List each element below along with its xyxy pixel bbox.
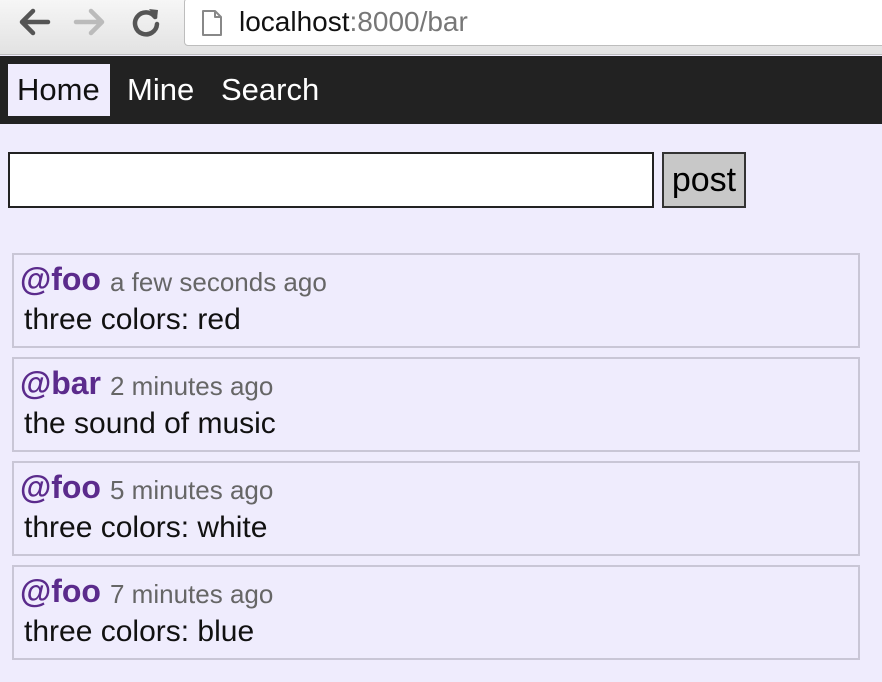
- post-button[interactable]: post: [662, 152, 746, 208]
- back-arrow-icon[interactable]: [16, 4, 52, 40]
- post-item: @bar 2 minutes ago the sound of music: [12, 357, 860, 452]
- address-bar[interactable]: localhost:8000/bar: [184, 0, 882, 46]
- nav-search[interactable]: Search: [212, 64, 328, 116]
- post-author-link[interactable]: @foo: [20, 469, 101, 505]
- post-timestamp: a few seconds ago: [110, 267, 327, 297]
- browser-toolbar: localhost:8000/bar: [0, 0, 882, 55]
- reload-icon[interactable]: [128, 4, 164, 40]
- url-host: localhost: [239, 6, 350, 37]
- post-author-link[interactable]: @bar: [20, 365, 101, 401]
- nav-home[interactable]: Home: [8, 64, 110, 116]
- post-item: @foo 5 minutes ago three colors: white: [12, 461, 860, 556]
- post-author-link[interactable]: @foo: [20, 261, 101, 297]
- post-item: @foo 7 minutes ago three colors: blue: [12, 565, 860, 660]
- post-body: three colors: blue: [24, 615, 255, 648]
- url-port-path: :8000/bar: [349, 6, 468, 37]
- post-author-link[interactable]: @foo: [20, 573, 101, 609]
- page-document-icon: [201, 9, 223, 42]
- post-item: @foo a few seconds ago three colors: red: [12, 253, 860, 348]
- post-feed: @foo a few seconds ago three colors: red…: [12, 253, 860, 669]
- post-body: the sound of music: [24, 407, 276, 440]
- forward-arrow-icon[interactable]: [72, 4, 108, 40]
- url-text: localhost:8000/bar: [239, 5, 468, 39]
- post-timestamp: 7 minutes ago: [110, 579, 274, 609]
- post-timestamp: 5 minutes ago: [110, 475, 274, 505]
- post-timestamp: 2 minutes ago: [110, 371, 274, 401]
- post-body: three colors: white: [24, 511, 268, 544]
- post-text-input[interactable]: [8, 152, 654, 208]
- top-navigation: Home Mine Search: [0, 56, 882, 124]
- nav-mine[interactable]: Mine: [118, 64, 203, 116]
- post-body: three colors: red: [24, 303, 241, 336]
